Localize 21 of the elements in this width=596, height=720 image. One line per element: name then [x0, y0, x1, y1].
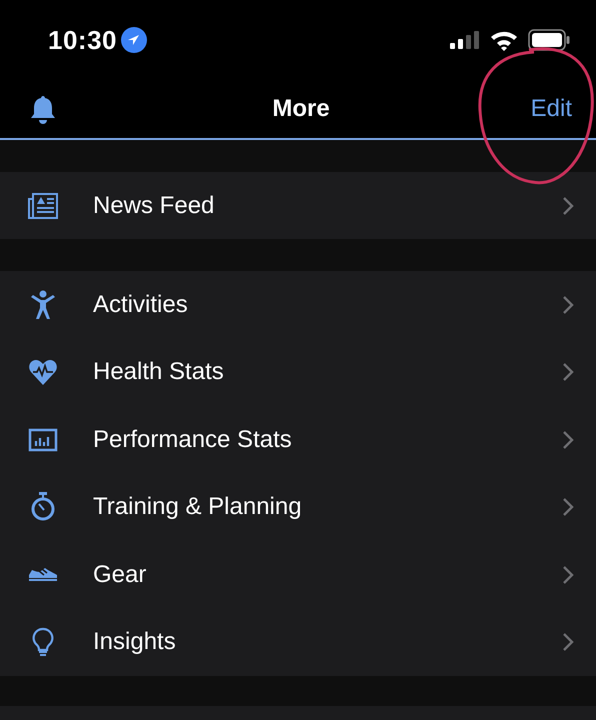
bell-icon[interactable]	[30, 94, 56, 124]
chevron-icon	[562, 430, 574, 450]
screen-title: More	[272, 95, 330, 123]
chevron-icon	[562, 632, 574, 652]
edit-button[interactable]: Edit	[530, 93, 572, 125]
chevron-icon	[562, 295, 574, 316]
menu-item-label[interactable]: Health Stats	[93, 358, 562, 386]
menu-item-label[interactable]: Insights	[93, 628, 562, 656]
location-icon	[121, 27, 147, 53]
chevron-icon	[562, 362, 574, 382]
menu-item-label[interactable]: Performance Stats	[93, 426, 562, 454]
battery-icon	[528, 29, 570, 51]
chevron-icon	[562, 196, 574, 216]
menu-item-label[interactable]: Activities	[93, 291, 562, 320]
chevron-icon	[562, 564, 574, 585]
menu-item-label[interactable]: Gear	[93, 560, 562, 589]
chevron-icon	[562, 497, 574, 518]
signal-icon	[450, 30, 480, 50]
clock-time: 10:30	[48, 24, 117, 56]
menu-item-label[interactable]: Training & Planning	[93, 493, 562, 522]
wifi-icon	[490, 29, 518, 51]
